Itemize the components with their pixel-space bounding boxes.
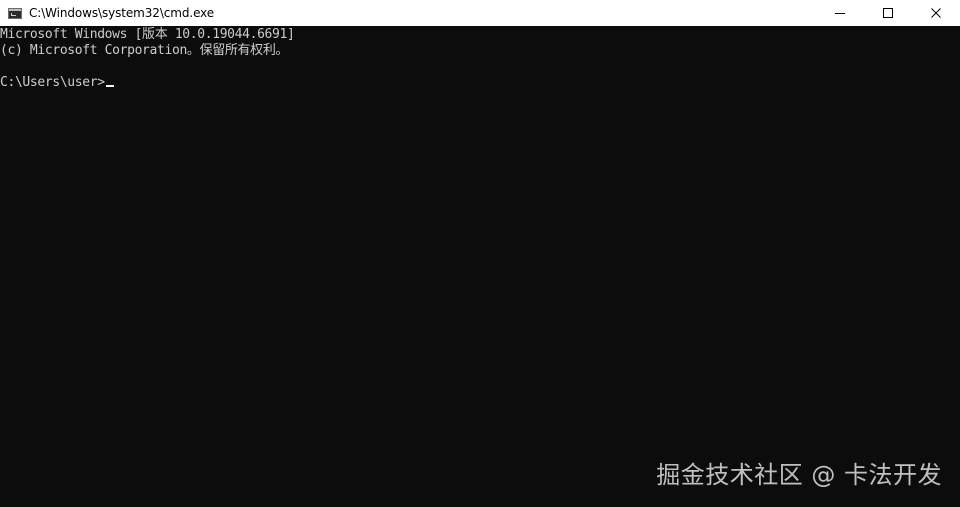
minimize-button[interactable] <box>816 0 864 26</box>
maximize-icon <box>883 8 893 18</box>
window-controls <box>816 0 960 26</box>
cmd-window: C:\Windows\system32\cmd.exe Microsoft Wi… <box>0 0 960 507</box>
text-cursor <box>105 85 114 87</box>
cmd-console-icon[interactable] <box>8 7 22 19</box>
console-output[interactable]: Microsoft Windows [版本 10.0.19044.6691] (… <box>0 27 960 507</box>
watermark: 掘金技术社区 @ 卡法开发 <box>656 461 942 489</box>
title-bar[interactable]: C:\Windows\system32\cmd.exe <box>0 0 960 26</box>
close-icon <box>931 8 941 18</box>
console-line-version: Microsoft Windows [版本 10.0.19044.6691] <box>0 27 295 42</box>
console-prompt: C:\Users\user> <box>0 75 105 90</box>
maximize-button[interactable] <box>864 0 912 26</box>
window-title: C:\Windows\system32\cmd.exe <box>29 6 215 20</box>
minimize-icon <box>835 13 845 14</box>
close-button[interactable] <box>912 0 960 26</box>
console-line-copyright: (c) Microsoft Corporation。保留所有权利。 <box>0 43 289 58</box>
console-prompt-line[interactable]: C:\Users\user> <box>0 75 960 91</box>
